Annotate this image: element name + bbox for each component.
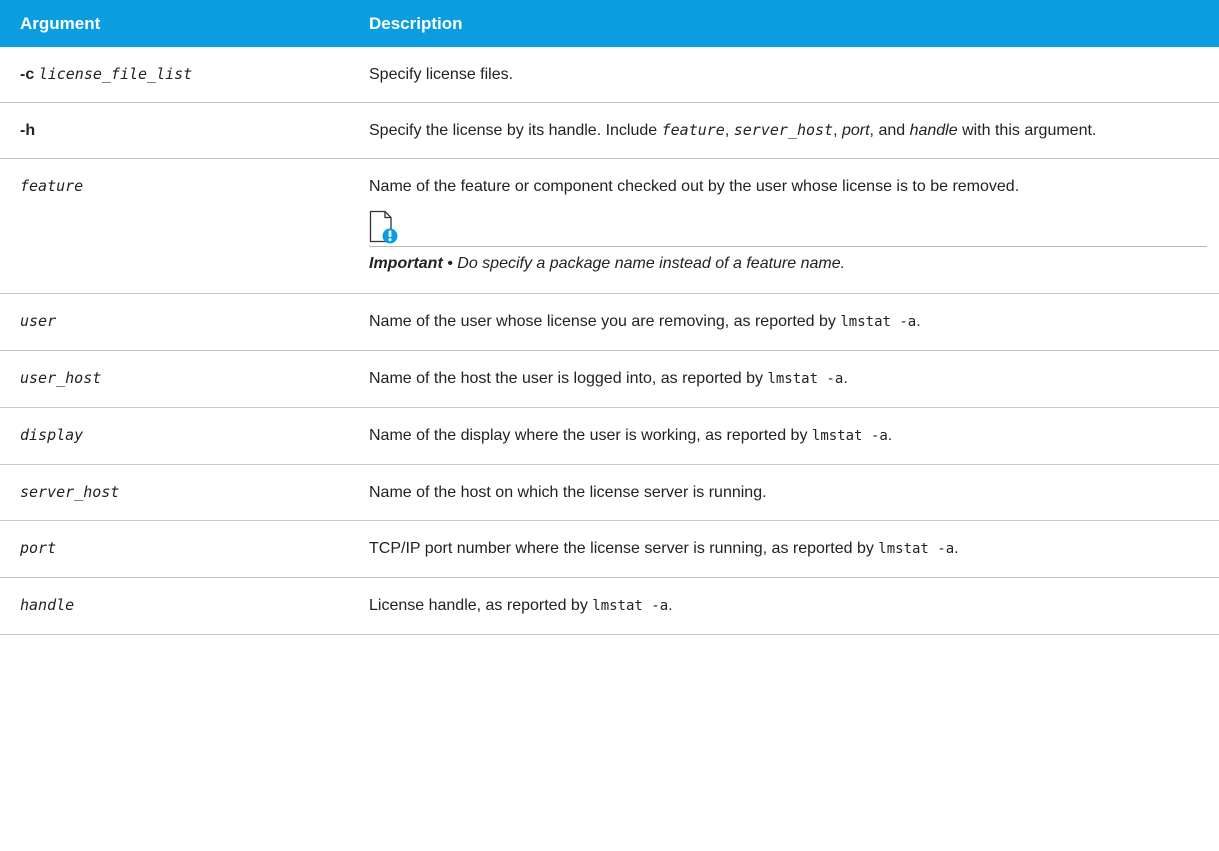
code-snippet: lmstat -a <box>811 428 888 444</box>
table-header: Argument Description <box>0 0 1219 47</box>
table-row: feature Name of the feature or component… <box>0 158 1219 294</box>
description-tail: . <box>668 597 673 614</box>
description-tail: . <box>954 540 959 557</box>
argument-cell: display <box>0 407 366 465</box>
argument-cell: feature <box>0 158 366 294</box>
note-separator: • <box>442 255 458 272</box>
table-row: user Name of the user whose license you … <box>0 293 1219 351</box>
description-cell: Name of the display where the user is wo… <box>366 407 1219 465</box>
important-note: Important • Do specify a package name in… <box>369 210 1207 281</box>
note-body: Do specify a package name instead of a f… <box>457 255 846 272</box>
separator: , <box>833 122 842 139</box>
header-description: Description <box>369 13 463 33</box>
description-text: Name of the display where the user is wo… <box>369 427 812 444</box>
description-text: Name of the host on which the license se… <box>369 484 767 501</box>
description-cell: Name of the feature or component checked… <box>366 158 1219 294</box>
header-row: Argument Description <box>0 0 1219 47</box>
argument-cell: server_host <box>0 464 366 521</box>
description-text: TCP/IP port number where the license ser… <box>369 540 879 557</box>
description-cell: Name of the user whose license you are r… <box>366 293 1219 351</box>
code-snippet: lmstat -a <box>767 371 844 387</box>
argument-cell: -h <box>0 102 366 159</box>
term-server-host: server_host <box>733 121 834 139</box>
argument-cell: user <box>0 293 366 351</box>
argument-name: server_host <box>20 483 120 501</box>
description-text: Specify license files. <box>369 66 514 83</box>
description-text: License handle, as reported by <box>369 597 593 614</box>
description-cell: Specify license files. <box>366 47 1219 103</box>
term-handle: handle <box>909 122 958 139</box>
argument-param: license_file_list <box>38 65 193 83</box>
description-cell: TCP/IP port number where the license ser… <box>366 520 1219 578</box>
argument-cell: port <box>0 520 366 578</box>
description-cell: License handle, as reported by lmstat -a… <box>366 577 1219 635</box>
table-row: -h Specify the license by its handle. In… <box>0 102 1219 159</box>
description-tail: . <box>843 370 848 387</box>
argument-name: handle <box>20 596 75 614</box>
table-row: server_host Name of the host on which th… <box>0 464 1219 521</box>
code-snippet: lmstat -a <box>840 314 917 330</box>
description-tail: . <box>887 427 893 444</box>
table-row: port TCP/IP port number where the licens… <box>0 520 1219 578</box>
description-tail: with this argument. <box>957 122 1097 139</box>
table-row: handle License handle, as reported by lm… <box>0 577 1219 635</box>
separator: , and <box>869 122 910 139</box>
argument-name: feature <box>20 177 84 195</box>
description-cell: Specify the license by its handle. Inclu… <box>366 102 1219 159</box>
code-snippet: lmstat -a <box>878 541 955 557</box>
argument-cell: -c license_file_list <box>0 47 366 103</box>
note-label: Important <box>369 255 443 272</box>
description-cell: Name of the host the user is logged into… <box>366 350 1219 408</box>
table-row: -c license_file_list Specify license fil… <box>0 47 1219 103</box>
note-text: Important • Do specify a package name in… <box>369 247 1207 281</box>
argument-name: display <box>20 426 84 444</box>
argument-cell: handle <box>0 577 366 635</box>
table-row: user_host Name of the host the user is l… <box>0 350 1219 408</box>
important-note-icon <box>369 210 398 244</box>
header-argument: Argument <box>20 13 101 33</box>
argument-name: user_host <box>20 369 102 387</box>
table-row: display Name of the display where the us… <box>0 407 1219 465</box>
description-text: Name of the user whose license you are r… <box>369 313 841 330</box>
argument-name: port <box>20 539 57 557</box>
argument-flag: -c <box>20 66 35 83</box>
description-tail: . <box>916 313 921 330</box>
separator: , <box>724 122 734 139</box>
description-text: Name of the feature or component checked… <box>369 178 1020 195</box>
term-feature: feature <box>661 121 725 139</box>
description-cell: Name of the host on which the license se… <box>366 464 1219 521</box>
description-text: Name of the host the user is logged into… <box>369 370 768 387</box>
argument-name: user <box>20 312 57 330</box>
arguments-table: Argument Description -c license_file_lis… <box>0 0 1219 635</box>
code-snippet: lmstat -a <box>592 598 669 614</box>
description-text: Specify the license by its handle. Inclu… <box>369 122 662 139</box>
argument-cell: user_host <box>0 350 366 408</box>
term-port: port <box>841 122 870 139</box>
argument-flag: -h <box>20 122 36 139</box>
